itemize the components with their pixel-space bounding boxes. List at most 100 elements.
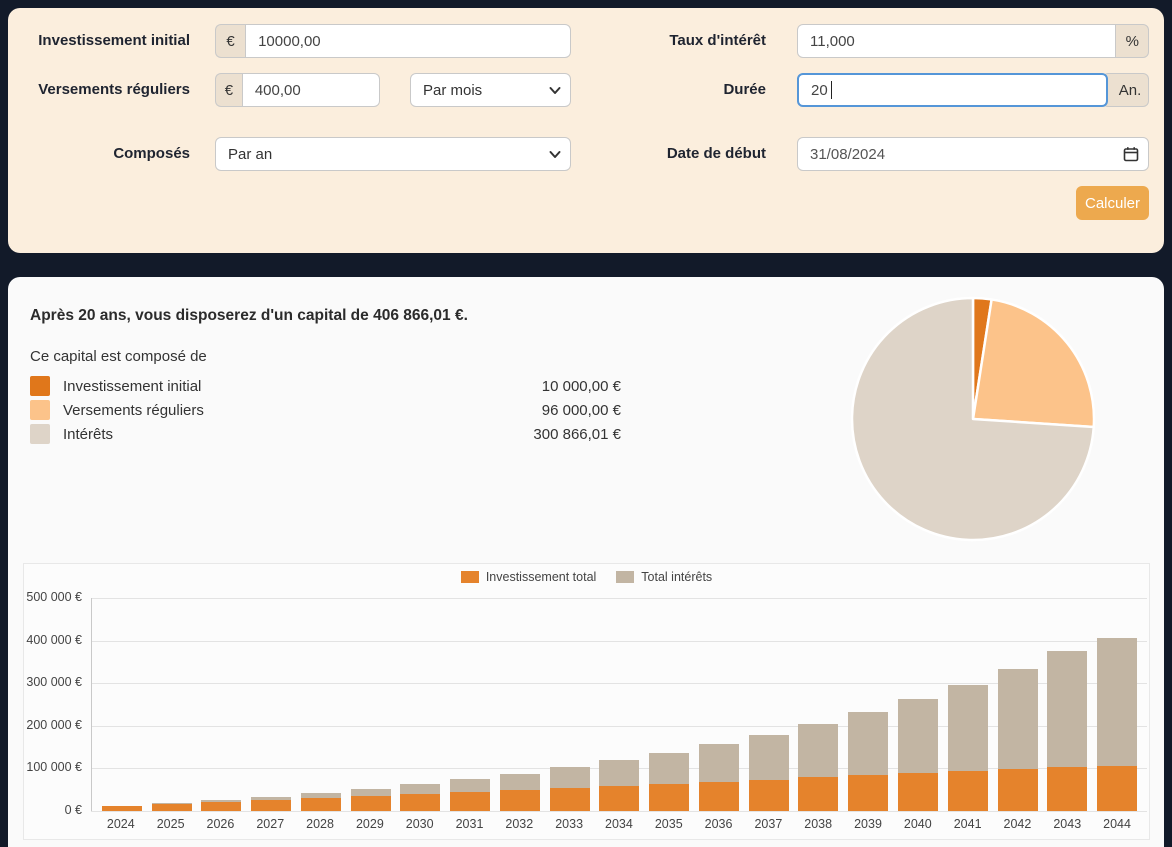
pie-slice[interactable]	[971, 298, 1096, 429]
interest-segment	[450, 779, 491, 792]
x-axis-label: 2042	[1003, 817, 1032, 831]
interest-segment	[698, 743, 739, 782]
x-axis-label: 2031	[455, 817, 484, 831]
investment-segment	[748, 779, 789, 811]
investment-segment	[350, 795, 391, 811]
x-axis-label: 2044	[1103, 817, 1131, 831]
interest-segment	[947, 684, 988, 772]
investment-segment	[549, 787, 590, 811]
investment-segment	[151, 804, 192, 811]
capital-pie-chart	[849, 295, 1097, 543]
investment-segment	[798, 777, 839, 811]
bar-2037[interactable]	[748, 734, 789, 811]
bar-2030[interactable]	[400, 784, 441, 811]
duration-input[interactable]	[797, 73, 1108, 107]
bar-2028[interactable]	[300, 793, 341, 811]
interest-segment	[798, 723, 839, 778]
bar-2042[interactable]	[997, 668, 1038, 811]
bar-plot-area	[91, 598, 1147, 811]
recurring-payments-input[interactable]	[241, 73, 380, 107]
legend-item[interactable]: Total intérêts	[616, 570, 712, 584]
bar-2044[interactable]	[1097, 637, 1138, 811]
legend-item[interactable]: Investissement total	[460, 570, 596, 584]
bar-2025[interactable]	[151, 803, 192, 811]
legend-swatch	[616, 571, 635, 583]
breakdown-value: 10 000,00 €	[541, 377, 621, 395]
bar-2029[interactable]	[350, 788, 391, 811]
breakdown-value: 96 000,00 €	[541, 401, 621, 419]
duration-group: An.	[797, 73, 1149, 107]
x-axis-label: 2033	[555, 817, 584, 831]
interest-segment	[549, 767, 590, 788]
bar-2036[interactable]	[698, 743, 739, 811]
x-axis-label: 2036	[704, 817, 733, 831]
euro-prefix: €	[215, 73, 242, 107]
investment-segment	[649, 783, 690, 811]
recurring-payments-swatch	[30, 400, 50, 420]
x-axis-label: 2030	[405, 817, 434, 831]
x-axis-label: 2028	[306, 817, 334, 831]
x-axis-label: 2034	[605, 817, 633, 831]
investment-segment	[1047, 767, 1088, 811]
interest-segment	[499, 773, 540, 790]
interest-rate-group: %	[797, 24, 1149, 58]
interest-segment	[1047, 650, 1088, 768]
legend-label: Total intérêts	[641, 570, 713, 584]
compound-label: Composés	[113, 145, 190, 162]
interest-rate-input[interactable]	[797, 24, 1117, 58]
bar-2041[interactable]	[947, 684, 988, 811]
interest-segment	[1097, 637, 1138, 766]
bar-2040[interactable]	[898, 699, 939, 811]
y-axis-tick-label: 200 000 €	[26, 717, 82, 732]
duration-label: Durée	[723, 81, 766, 98]
interest-segment	[350, 788, 391, 796]
calculator-form-panel: Investissement initial € Taux d'intérêt …	[8, 8, 1164, 253]
composition-intro: Ce capital est composé de	[30, 348, 207, 365]
x-axis-label: 2026	[206, 817, 235, 831]
bar-2033[interactable]	[549, 767, 590, 811]
investment-segment	[848, 775, 889, 811]
bar-2027[interactable]	[251, 796, 292, 811]
start-date-wrap	[797, 137, 1149, 171]
start-date-label: Date de début	[666, 145, 766, 162]
investment-segment	[101, 806, 142, 811]
bar-2043[interactable]	[1047, 650, 1088, 811]
interest-segment	[649, 752, 690, 784]
years-suffix: An.	[1102, 73, 1149, 107]
interest-swatch	[30, 424, 50, 444]
bar-2024[interactable]	[101, 805, 142, 811]
x-axis-label: 2041	[953, 817, 982, 831]
calculate-button[interactable]: Calculer	[1076, 186, 1149, 220]
breakdown-label: Investissement initial	[63, 377, 202, 395]
bar-2026[interactable]	[201, 800, 242, 811]
x-axis-label: 2040	[903, 817, 932, 831]
bar-2039[interactable]	[848, 712, 889, 811]
investment-segment	[1097, 765, 1138, 811]
x-axis-label: 2029	[355, 817, 384, 831]
breakdown-label: Intérêts	[63, 425, 114, 443]
investment-segment	[698, 781, 739, 811]
investment-segment	[251, 799, 292, 811]
bar-2031[interactable]	[450, 779, 491, 811]
interest-segment	[400, 784, 441, 794]
bar-2034[interactable]	[599, 760, 640, 811]
capital-summary: Après 20 ans, vous disposerez d'un capit…	[30, 307, 468, 324]
y-axis-tick-label: 0 €	[64, 803, 82, 817]
investment-segment	[499, 789, 540, 811]
duration-input-wrap	[797, 73, 1108, 107]
bar-2038[interactable]	[798, 723, 839, 811]
percent-suffix: %	[1116, 24, 1149, 58]
investment-segment	[947, 771, 988, 811]
x-axis-label: 2035	[654, 817, 683, 831]
x-axis-label: 2039	[854, 817, 882, 831]
text-cursor	[831, 81, 832, 99]
recurring-payments-group: €	[215, 73, 380, 107]
x-axis-labels: 2024 2025 2026 2027 2028 2029 2030 2031 2032 2033…	[91, 817, 1147, 831]
interest-rate-label: Taux d'intérêt	[669, 32, 766, 49]
bar-2032[interactable]	[499, 773, 540, 811]
bar-2035[interactable]	[649, 752, 690, 811]
start-date-input[interactable]	[797, 137, 1149, 171]
initial-investment-swatch	[30, 376, 50, 396]
euro-prefix: €	[215, 24, 246, 58]
interest-segment	[748, 734, 789, 780]
